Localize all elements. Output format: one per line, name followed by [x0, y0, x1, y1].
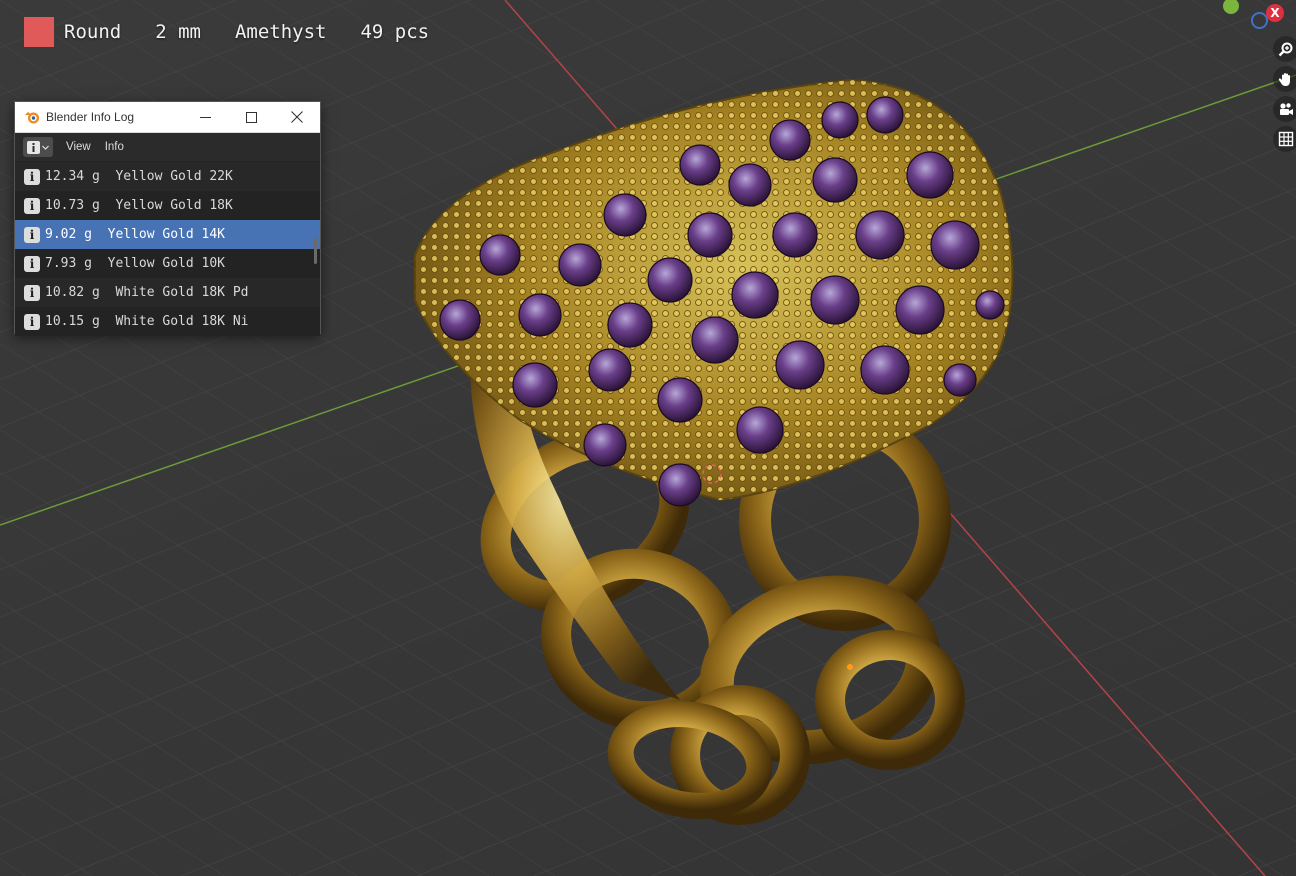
log-row[interactable]: i 10.15 g White Gold 18K Ni — [15, 307, 320, 336]
gem-info-overlay: Round 2 mm Amethyst 49 pcs — [24, 17, 463, 47]
log-row-text: 10.82 g White Gold 18K Pd — [45, 285, 249, 300]
info-log-list: i 12.34 g Yellow Gold 22K i 10.73 g Yell… — [15, 162, 320, 336]
gizmo-x-button[interactable]: X — [1266, 4, 1284, 22]
log-row-text: 9.02 g Yellow Gold 14K — [45, 227, 226, 242]
gem-shape: Round — [64, 21, 122, 43]
gem-material: Amethyst — [234, 21, 327, 43]
log-row[interactable]: i 10.73 g Yellow Gold 18K — [15, 191, 320, 220]
info-menubar: View Info — [15, 133, 320, 162]
object-origin — [847, 664, 853, 670]
log-row-text: 7.93 g Yellow Gold 10K — [45, 256, 226, 271]
gem-color-swatch — [24, 17, 54, 47]
camera-icon — [1280, 103, 1293, 115]
scrollbar-thumb[interactable] — [314, 238, 317, 264]
window-title: Blender Info Log — [46, 110, 135, 124]
info-log-window[interactable]: Blender Info Log View Info i 12.34 g Yel… — [14, 101, 321, 336]
gem-count: 49 pcs — [360, 21, 430, 43]
menu-view[interactable]: View — [66, 141, 91, 153]
hand-pan-icon — [1278, 73, 1290, 86]
chevron-down-icon — [42, 145, 49, 150]
log-row[interactable]: i 10.82 g White Gold 18K Pd — [15, 278, 320, 307]
info-icon: i — [24, 197, 40, 214]
pan-button[interactable] — [1273, 66, 1296, 92]
minimize-button[interactable] — [182, 102, 228, 132]
zoom-icon — [1278, 42, 1293, 57]
grid-view-button[interactable] — [1273, 126, 1296, 152]
gem-size: 2 mm — [155, 21, 201, 43]
maximize-icon — [245, 111, 257, 123]
minimize-icon — [199, 116, 211, 118]
info-icon: i — [24, 168, 40, 185]
log-row-text: 12.34 g Yellow Gold 22K — [45, 169, 233, 184]
blender-logo-icon — [25, 112, 39, 124]
log-row-text: 10.15 g White Gold 18K Ni — [45, 314, 249, 329]
grid-view-icon — [1278, 131, 1294, 147]
close-icon — [291, 111, 303, 123]
log-row[interactable]: i 7.93 g Yellow Gold 10K — [15, 249, 320, 278]
maximize-button[interactable] — [228, 102, 274, 132]
info-icon: i — [24, 313, 40, 330]
menu-info[interactable]: Info — [105, 141, 124, 153]
camera-button[interactable] — [1273, 96, 1296, 122]
zoom-button[interactable] — [1273, 36, 1296, 62]
close-button[interactable] — [274, 102, 320, 132]
window-titlebar[interactable]: Blender Info Log — [15, 102, 320, 133]
info-editor-icon — [27, 140, 40, 154]
info-icon: i — [24, 255, 40, 272]
log-row[interactable]: i 12.34 g Yellow Gold 22K — [15, 162, 320, 191]
info-icon: i — [24, 226, 40, 243]
info-icon: i — [24, 284, 40, 301]
editor-type-button[interactable] — [23, 137, 53, 157]
log-row-text: 10.73 g Yellow Gold 18K — [45, 198, 233, 213]
log-row-selected[interactable]: i 9.02 g Yellow Gold 14K — [15, 220, 320, 249]
